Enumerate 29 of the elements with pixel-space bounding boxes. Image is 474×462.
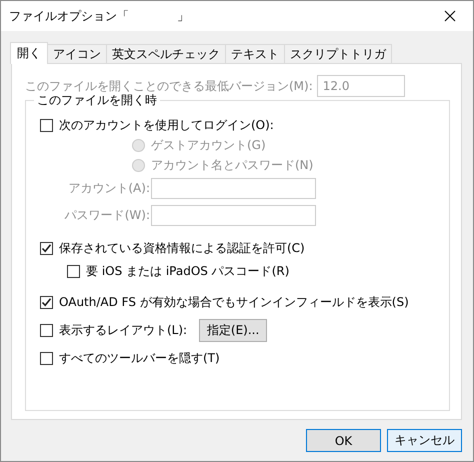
tab[interactable]: テキスト <box>225 44 285 63</box>
group-title: このファイルを開く時 <box>34 92 160 109</box>
checkbox[interactable] <box>40 296 53 308</box>
checkbox-label: 要 iOS または iPadOS パスコード(R) <box>86 263 290 280</box>
ok-button[interactable]: OK <box>306 429 381 452</box>
specify-button[interactable]: 指定(E)... <box>199 318 268 342</box>
tab[interactable]: アイコン <box>47 44 107 63</box>
window-title-bracket: 」 <box>177 8 189 24</box>
checkbox[interactable] <box>67 265 80 278</box>
tab[interactable]: 英文スペルチェック <box>106 44 226 63</box>
window-title: ファイルオプション「 <box>9 8 129 24</box>
checkbox-label: 次のアカウントを使用してログイン(O): <box>59 116 274 134</box>
checkbox-label: OAuth/AD FS が有効な場合でもサインインフィールドを表示(S) <box>59 294 409 310</box>
field-label: パスワード(W): <box>64 207 151 224</box>
tab[interactable]: 開く <box>10 42 48 64</box>
checkbox-label: 保存されている資格情報による認証を許可(C) <box>59 240 305 256</box>
checkbox-label: すべてのツールバーを隠す(T) <box>59 350 220 366</box>
version-label: このファイルを開くことのできる最低バージョン(M): <box>25 78 313 94</box>
radio-label: ゲストアカウント(G) <box>151 136 266 154</box>
tab[interactable]: スクリプトトリガ <box>284 44 392 63</box>
field-label: アカウント(A): <box>67 180 151 197</box>
checkbox[interactable] <box>40 118 53 132</box>
close-icon <box>444 10 456 22</box>
checkbox[interactable] <box>40 242 53 254</box>
cancel-button[interactable]: キャンセル <box>387 429 462 452</box>
checkbox-label: 表示するレイアウト(L): <box>59 322 188 338</box>
radio-label: アカウント名とパスワード(N) <box>151 156 314 174</box>
checkbox[interactable] <box>40 352 53 364</box>
checkbox[interactable] <box>40 324 53 336</box>
